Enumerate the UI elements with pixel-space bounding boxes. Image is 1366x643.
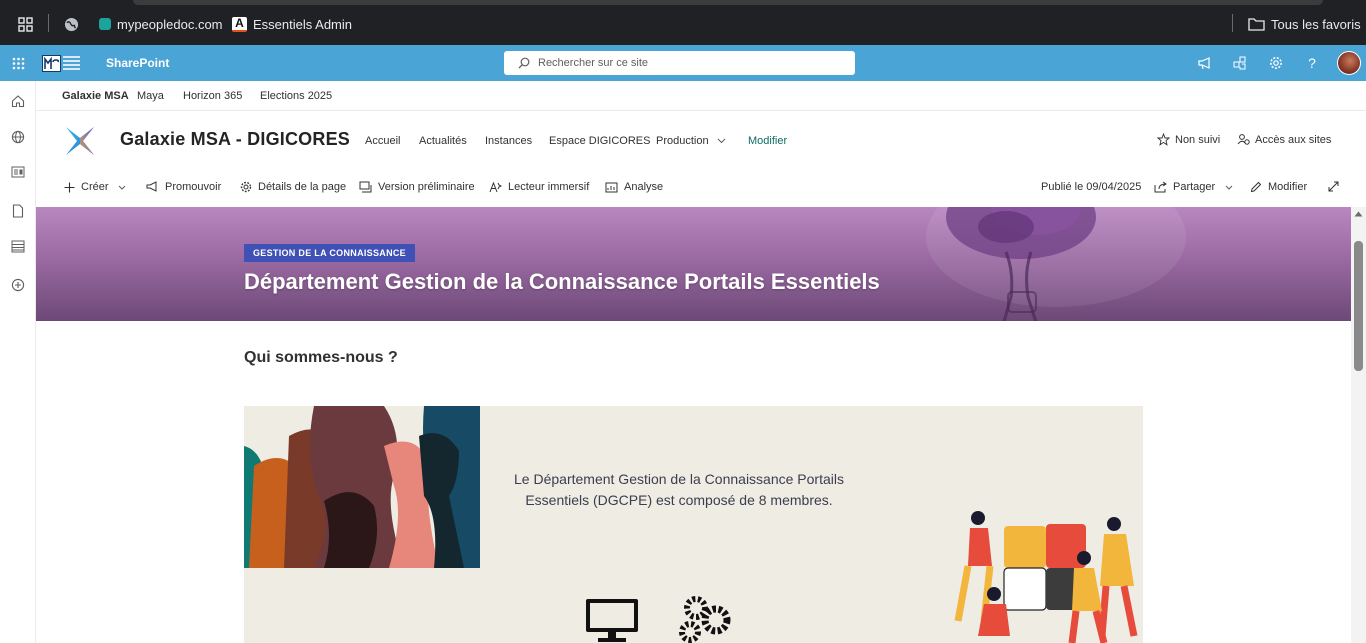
bookmark-mypeopledoc[interactable]: mypeopledoc.com xyxy=(99,15,223,33)
nav-production[interactable]: Production xyxy=(656,135,726,147)
settings-gear-icon[interactable] xyxy=(1267,54,1285,72)
browser-bookmarks-bar: mypeopledoc.com A Essentiels Admin Tous … xyxy=(0,0,1366,45)
site-title[interactable]: Galaxie MSA - DIGICORES xyxy=(120,129,350,150)
edit-page-label: Modifier xyxy=(1268,181,1308,193)
team-presentation-image: Le Département Gestion de la Connaissanc… xyxy=(244,406,1143,643)
news-icon[interactable] xyxy=(9,163,27,181)
computer-icon xyxy=(586,599,638,642)
puzzle-team-illustration xyxy=(954,511,1138,643)
page-title: Département Gestion de la Connaissance P… xyxy=(244,269,880,294)
immersive-reader-label: Lecteur immersif xyxy=(508,181,590,193)
left-app-rail xyxy=(0,81,36,643)
globe-icon[interactable] xyxy=(64,15,79,33)
nav-edit-link[interactable]: Modifier xyxy=(748,135,787,147)
chevron-down-icon xyxy=(118,185,125,190)
site-access-label: Accès aux sites xyxy=(1255,133,1332,146)
megaphone-icon[interactable] xyxy=(1196,54,1214,72)
plus-icon xyxy=(64,182,75,192)
sites-icon[interactable] xyxy=(1231,54,1249,72)
promote-label: Promouvoir xyxy=(165,181,222,193)
essentiels-admin-icon: A xyxy=(232,16,247,32)
all-favorites-label: Tous les favoris xyxy=(1271,16,1361,32)
bookmark-essentiels-admin[interactable]: A Essentiels Admin xyxy=(232,15,352,33)
draft-icon xyxy=(359,181,372,193)
edit-page-button[interactable]: Modifier xyxy=(1250,181,1307,193)
search-input[interactable]: Rechercher sur ce site xyxy=(538,57,648,69)
draft-version-button[interactable]: Version préliminaire xyxy=(359,181,475,193)
msa-logo[interactable] xyxy=(42,53,80,73)
separator xyxy=(1232,14,1233,32)
draft-version-label: Version préliminaire xyxy=(378,181,475,193)
user-avatar[interactable] xyxy=(1337,51,1361,75)
share-label: Partager xyxy=(1173,181,1216,193)
create-label: Créer xyxy=(81,181,109,193)
command-bar: Créer Promouvoir Détails de la page Vers… xyxy=(36,171,1351,207)
page-title-banner: GESTION DE LA CONNAISSANCE Département G… xyxy=(36,207,1351,321)
pencil-icon xyxy=(1250,181,1262,193)
section-heading: Qui sommes-nous ? xyxy=(244,349,398,366)
add-circle-icon[interactable] xyxy=(9,276,27,294)
separator xyxy=(48,14,49,32)
folder-icon xyxy=(1248,18,1265,31)
mypeopledoc-icon xyxy=(99,18,111,30)
sharepoint-suite-bar: SharePoint Rechercher sur ce site ? xyxy=(0,45,1366,81)
star-icon xyxy=(1157,133,1170,146)
site-logo[interactable] xyxy=(64,125,96,157)
bookmark-label: Essentiels Admin xyxy=(253,16,352,32)
gears-icon xyxy=(679,596,731,643)
gear-icon xyxy=(240,181,252,193)
hub-navigation: Galaxie MSA Maya Horizon 365 Elections 2… xyxy=(36,81,1366,111)
nav-accueil[interactable]: Accueil xyxy=(365,135,400,147)
people-icon xyxy=(1237,134,1250,145)
lightbulb-illustration xyxy=(926,207,1186,321)
scroll-up-arrow-icon[interactable] xyxy=(1354,211,1363,217)
page-details-label: Détails de la page xyxy=(258,181,347,193)
chevron-down-icon xyxy=(717,138,725,144)
page-details-button[interactable]: Détails de la page xyxy=(240,181,346,193)
all-favorites-button[interactable]: Tous les favoris xyxy=(1248,15,1361,33)
share-icon xyxy=(1154,181,1167,193)
nav-production-label: Production xyxy=(656,135,709,147)
create-button[interactable]: Créer xyxy=(64,181,126,193)
sharepoint-brand[interactable]: SharePoint xyxy=(106,56,169,70)
search-box[interactable]: Rechercher sur ce site xyxy=(504,51,855,75)
megaphone-icon xyxy=(146,181,157,192)
nav-instances[interactable]: Instances xyxy=(485,135,532,147)
hub-link-maya[interactable]: Maya xyxy=(137,90,164,102)
chevron-down-icon xyxy=(1225,185,1233,190)
list-icon[interactable] xyxy=(9,237,27,255)
page-scrollbar[interactable] xyxy=(1351,207,1366,643)
topic-header-badge: GESTION DE LA CONNAISSANCE xyxy=(244,244,415,262)
document-icon[interactable] xyxy=(9,202,27,220)
analytics-icon xyxy=(605,182,618,192)
follow-label: Non suivi xyxy=(1175,133,1221,146)
app-launcher-icon[interactable] xyxy=(9,54,27,72)
apps-grid-icon[interactable] xyxy=(18,15,33,33)
analytics-button[interactable]: Analyse xyxy=(605,181,663,193)
immersive-reader-icon xyxy=(489,181,502,193)
immersive-reader-button[interactable]: Lecteur immersif xyxy=(489,181,589,193)
site-access-button[interactable]: Accès aux sites xyxy=(1237,133,1331,146)
scrollbar-thumb[interactable] xyxy=(1354,241,1363,371)
bookmark-label: mypeopledoc.com xyxy=(117,16,223,32)
search-icon xyxy=(518,57,530,69)
hub-link-elections-2025[interactable]: Elections 2025 xyxy=(260,90,332,102)
expand-icon[interactable] xyxy=(1328,181,1339,192)
follow-button[interactable]: Non suivi xyxy=(1157,133,1220,146)
site-header: Galaxie MSA - DIGICORES Accueil Actualit… xyxy=(36,111,1366,171)
team-description-text: Le Département Gestion de la Connaissanc… xyxy=(514,471,844,508)
people-silhouettes-illustration xyxy=(244,406,480,568)
hub-link-horizon-365[interactable]: Horizon 365 xyxy=(183,90,242,102)
globe-icon[interactable] xyxy=(9,128,27,146)
help-icon[interactable]: ? xyxy=(1303,54,1321,72)
nav-actualites[interactable]: Actualités xyxy=(419,135,467,147)
analytics-label: Analyse xyxy=(624,181,664,193)
promote-button[interactable]: Promouvoir xyxy=(146,181,221,193)
browser-tab-strip-edge xyxy=(133,0,1323,5)
share-button[interactable]: Partager xyxy=(1154,181,1233,193)
nav-espace-digicores[interactable]: Espace DIGICORES xyxy=(549,135,650,147)
home-icon[interactable] xyxy=(9,92,27,110)
hub-link-galaxie-msa[interactable]: Galaxie MSA xyxy=(62,90,129,102)
published-date: Publié le 09/04/2025 xyxy=(1041,181,1142,193)
